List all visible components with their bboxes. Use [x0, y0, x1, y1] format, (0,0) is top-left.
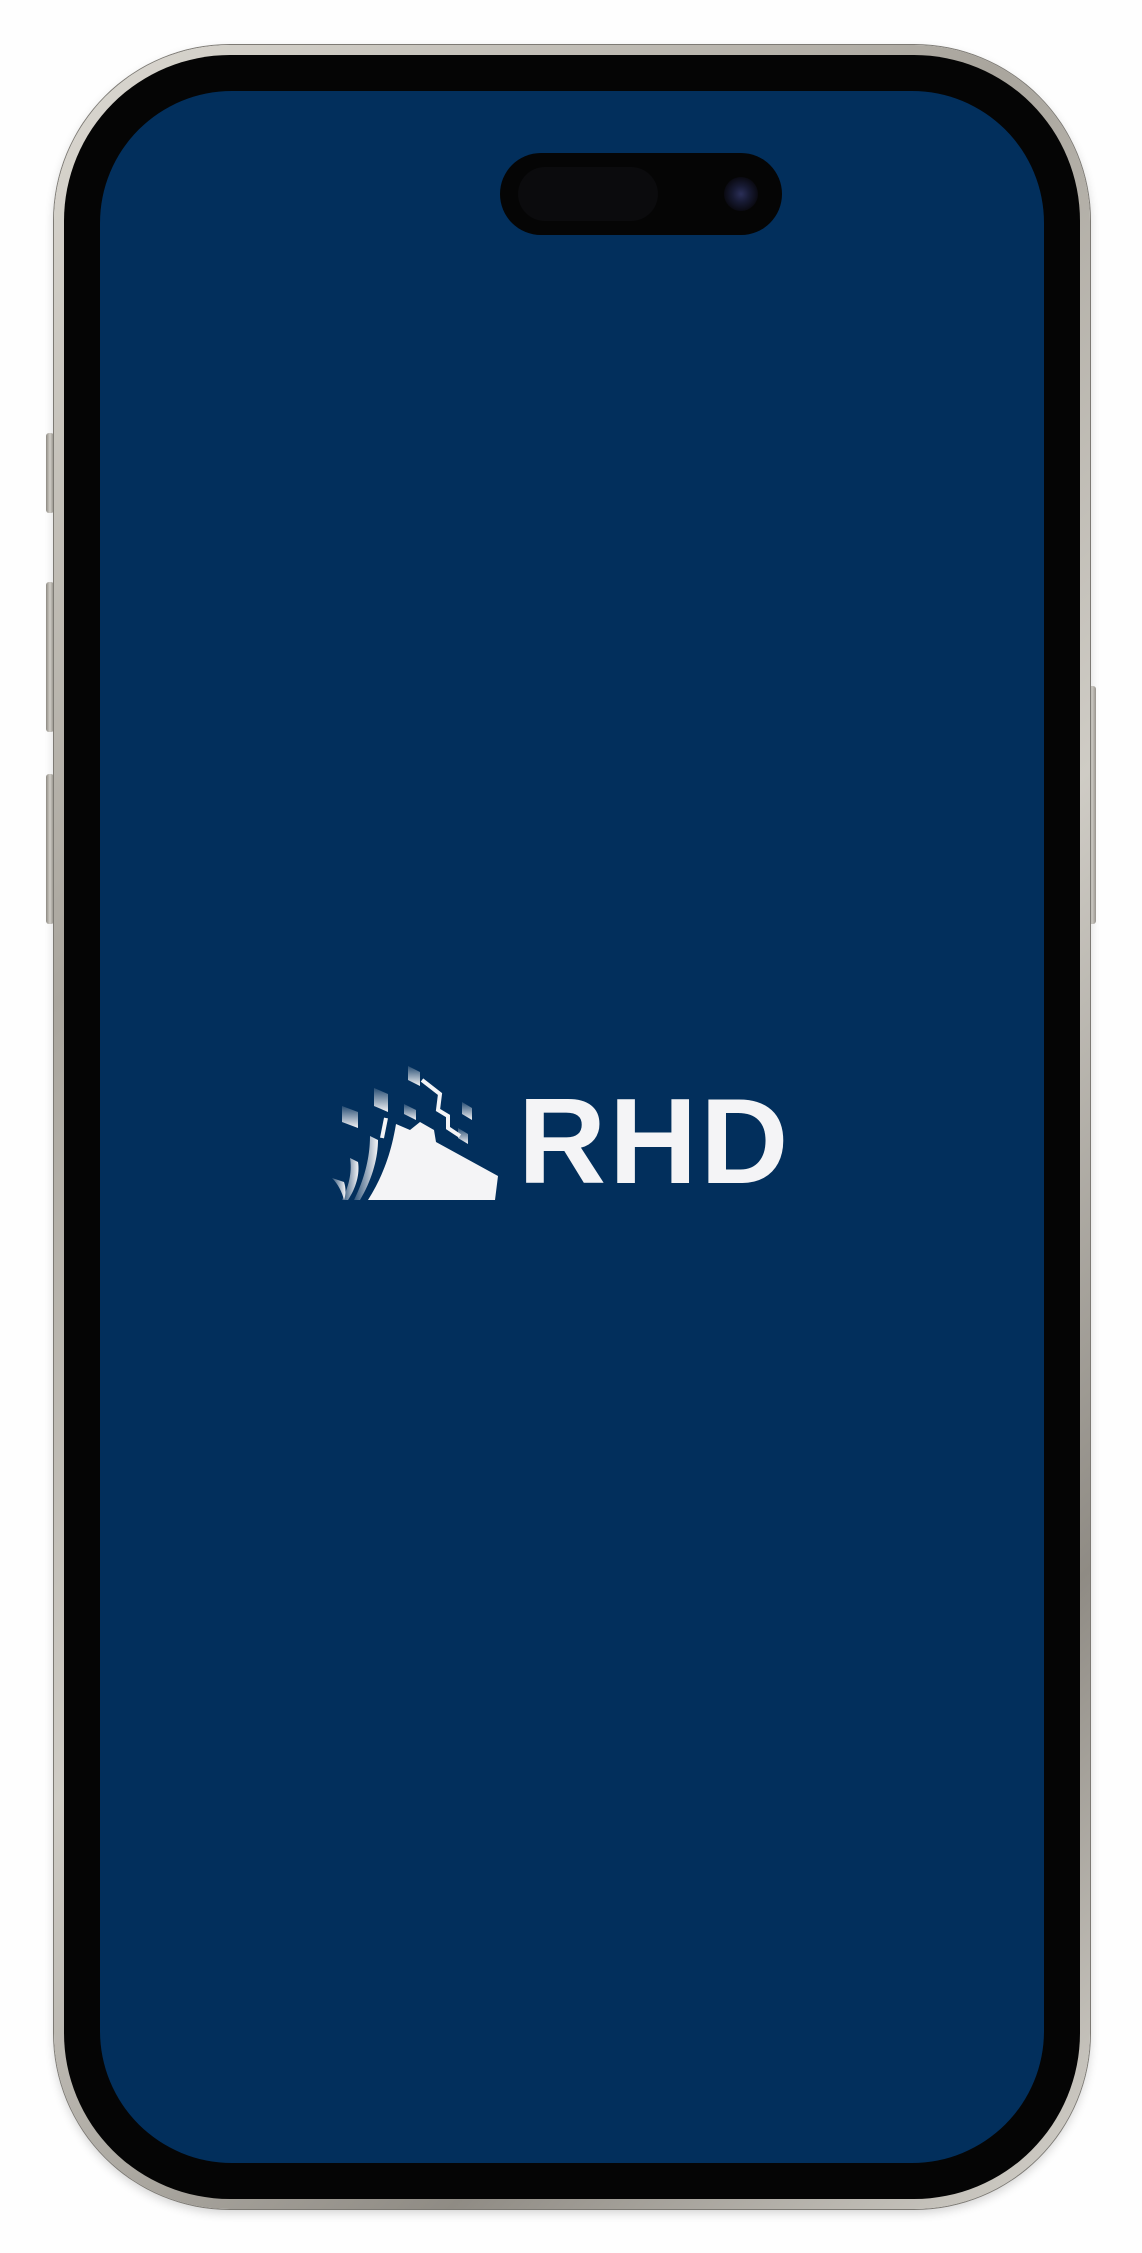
- front-camera-icon: [724, 177, 758, 211]
- volume-up-button: [46, 582, 54, 732]
- brand-wordmark: RHD: [518, 1073, 792, 1209]
- action-button: [46, 433, 54, 513]
- device-mockup: RHD: [0, 0, 1142, 2253]
- sensor-housing: [518, 167, 658, 221]
- rhd-emblem-icon: [332, 1066, 498, 1200]
- dynamic-island: [500, 153, 782, 235]
- volume-down-button: [46, 774, 54, 924]
- app-logo: RHD: [330, 1058, 818, 1208]
